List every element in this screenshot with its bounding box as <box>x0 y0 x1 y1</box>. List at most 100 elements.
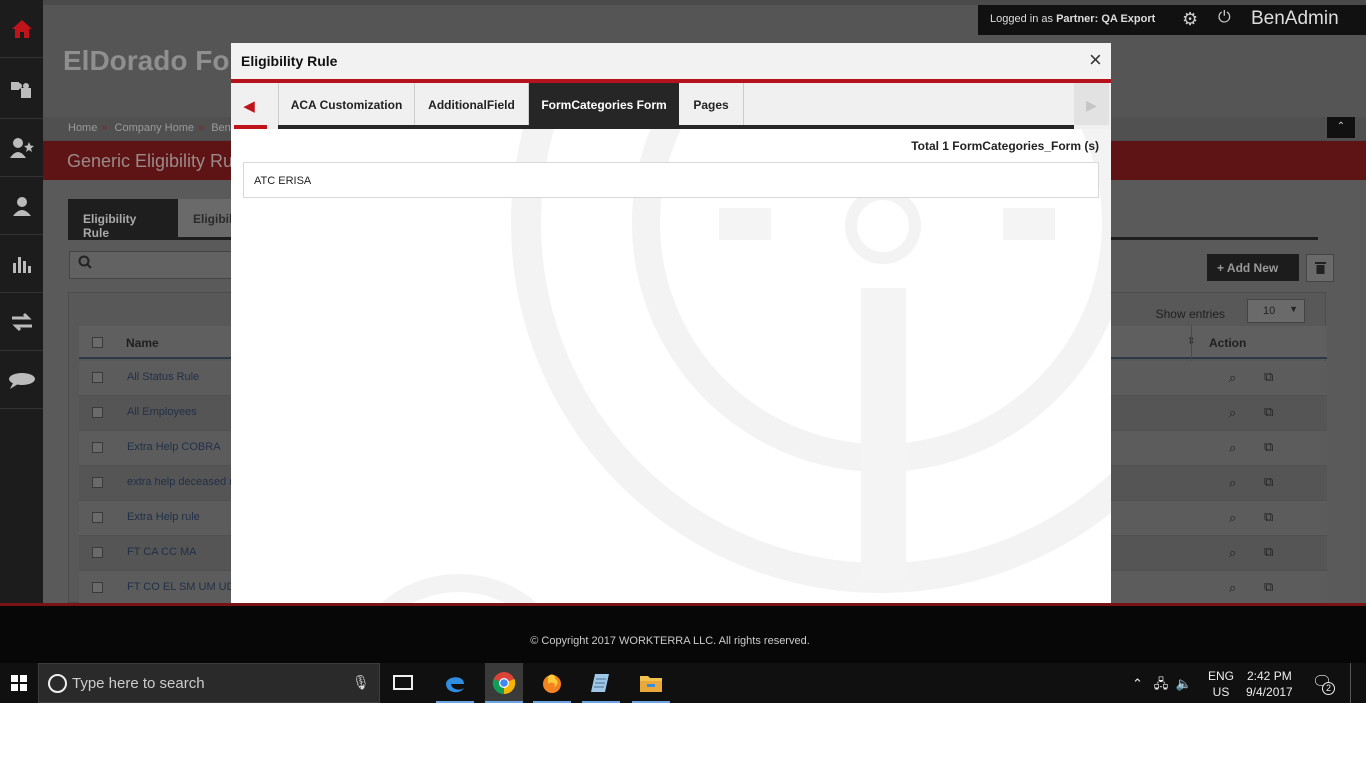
delete-button[interactable] <box>1306 254 1334 282</box>
view-icon[interactable]: ⌕ <box>1229 405 1236 421</box>
notepad-icon <box>591 674 609 692</box>
region-code: US <box>1212 685 1230 699</box>
chevron-left-icon: ◀ <box>243 98 255 115</box>
view-icon[interactable]: ⌕ <box>1229 440 1236 456</box>
tab-eligibility-other[interactable]: Eligibil <box>178 199 238 239</box>
close-icon[interactable]: × <box>1089 49 1102 71</box>
home-icon <box>11 19 32 38</box>
task-view-icon[interactable] <box>393 675 413 690</box>
tab-eligibility-rule[interactable]: Eligibility Rule <box>68 199 178 240</box>
dialog-tab-bar: ◀ ACA Customization AdditionalField Form… <box>231 83 1111 129</box>
left-nav <box>0 0 43 603</box>
row-checkbox[interactable] <box>92 477 103 488</box>
row-checkbox[interactable] <box>92 512 103 523</box>
row-checkbox[interactable] <box>92 442 103 453</box>
copy-icon[interactable]: ⧉ <box>1264 474 1273 490</box>
rule-name-link[interactable]: FT CO EL SM UM UD <box>127 581 235 593</box>
login-prefix: Logged in as <box>990 13 1053 25</box>
bar-chart-icon <box>12 256 31 273</box>
start-button[interactable] <box>0 663 38 703</box>
edge-icon <box>446 677 464 693</box>
taskbar-app-chrome[interactable] <box>485 663 523 703</box>
rule-name-link[interactable]: FT CA CC MA <box>127 546 196 558</box>
watermark-graphic <box>363 43 1111 622</box>
login-account[interactable]: QA Export <box>1101 13 1155 25</box>
view-icon[interactable]: ⌕ <box>1229 510 1236 526</box>
page-footer: © Copyright 2017 WORKTERRA LLC. All righ… <box>0 603 1366 663</box>
notification-icon[interactable]: 🗨 2 <box>1312 672 1335 695</box>
copy-icon[interactable]: ⧉ <box>1264 544 1273 560</box>
app-title: ElDorado Fo <box>63 45 230 76</box>
clock-time: 2:42 PM <box>1247 669 1292 683</box>
nav-transfer[interactable] <box>0 293 43 351</box>
column-name[interactable]: Name <box>126 336 159 350</box>
view-icon[interactable]: ⌕ <box>1229 580 1236 596</box>
view-icon[interactable]: ⌕ <box>1229 545 1236 561</box>
puzzle-icon <box>10 81 31 98</box>
cortana-icon <box>48 674 67 693</box>
breadcrumb-home[interactable]: Home <box>68 122 97 134</box>
app-running-indicator <box>485 701 523 703</box>
gear-icon[interactable]: ⚙ <box>1182 9 1198 30</box>
nav-home[interactable] <box>0 0 43 58</box>
row-checkbox[interactable] <box>92 582 103 593</box>
taskbar-app-edge[interactable] <box>436 663 474 703</box>
nav-reports[interactable] <box>0 235 43 293</box>
network-icon[interactable]: 🖧 <box>1154 676 1169 691</box>
copy-icon[interactable]: ⧉ <box>1264 509 1273 525</box>
trash-icon <box>1314 262 1326 274</box>
tab-aca-customization[interactable]: ACA Customization <box>278 83 415 125</box>
tab-formcategories-form[interactable]: FormCategories Form <box>529 83 679 125</box>
view-icon[interactable]: ⌕ <box>1229 370 1236 386</box>
tab-additional-field[interactable]: AdditionalField <box>415 83 529 125</box>
view-icon[interactable]: ⌕ <box>1229 475 1236 491</box>
taskbar-app-firefox[interactable] <box>533 663 571 703</box>
scroll-up-button[interactable]: ⌃ <box>1327 117 1355 138</box>
copy-icon[interactable]: ⧉ <box>1264 439 1273 455</box>
tab-scroll-right[interactable]: ▶ <box>1074 83 1109 125</box>
breadcrumb-separator: » <box>101 122 108 134</box>
rule-name-link[interactable]: All Status Rule <box>127 371 199 383</box>
tab-scroll-left[interactable]: ◀ <box>231 83 267 125</box>
copy-icon[interactable]: ⧉ <box>1264 404 1273 420</box>
taskbar-app-file-explorer[interactable] <box>632 663 670 703</box>
power-icon[interactable]: ⏻ <box>1218 9 1231 27</box>
search-input[interactable] <box>69 251 239 279</box>
row-checkbox[interactable] <box>92 372 103 383</box>
copy-icon[interactable]: ⧉ <box>1264 369 1273 385</box>
chevron-up-icon[interactable]: ⌃ <box>1132 676 1143 691</box>
volume-icon[interactable]: 🔈 <box>1175 676 1191 691</box>
tab-pages[interactable]: Pages <box>679 83 744 125</box>
nav-favorite-users[interactable] <box>0 119 43 177</box>
language-indicator[interactable]: ENG US <box>1208 668 1234 700</box>
dialog-header: Eligibility Rule × <box>231 43 1111 79</box>
eligibility-rule-dialog: Eligibility Rule × ◀ ACA Customization A… <box>231 43 1111 622</box>
nav-messages[interactable] <box>0 351 43 409</box>
nav-components[interactable] <box>0 61 43 119</box>
breadcrumb-company-home[interactable]: Company Home <box>115 122 194 134</box>
show-desktop-button[interactable] <box>1350 663 1352 703</box>
desktop-screen: ElDorado Fo Home» Company Home» BenA Gen… <box>0 0 1366 703</box>
rule-name-link[interactable]: Extra Help rule <box>127 511 200 523</box>
chrome-icon <box>492 672 516 695</box>
nav-users[interactable] <box>0 177 43 235</box>
chat-icon <box>8 372 35 389</box>
rule-name-link[interactable]: extra help deceased r <box>127 476 233 488</box>
list-item[interactable]: ATC ERISA <box>243 162 1099 198</box>
system-clock[interactable]: 2:42 PM 9/4/2017 <box>1246 668 1293 700</box>
page-size-select[interactable]: 10 ▼ <box>1247 299 1305 323</box>
select-all-checkbox[interactable] <box>92 337 103 348</box>
taskbar-search-input[interactable]: Type here to search 🎙 <box>38 663 380 703</box>
file-explorer-icon <box>640 676 662 692</box>
chevron-up-icon: ⌃ <box>1336 121 1346 132</box>
clock-date: 9/4/2017 <box>1246 685 1293 699</box>
row-checkbox[interactable] <box>92 547 103 558</box>
taskbar-app-notepad[interactable] <box>582 663 620 703</box>
rule-name-link[interactable]: All Employees <box>127 406 197 418</box>
add-new-button[interactable]: + Add New <box>1207 254 1299 281</box>
row-checkbox[interactable] <box>92 407 103 418</box>
mic-icon[interactable]: 🎙 <box>352 674 370 691</box>
brand-logo: BenAdmin <box>1251 8 1339 29</box>
copy-icon[interactable]: ⧉ <box>1264 579 1273 595</box>
rule-name-link[interactable]: Extra Help COBRA <box>127 441 221 453</box>
